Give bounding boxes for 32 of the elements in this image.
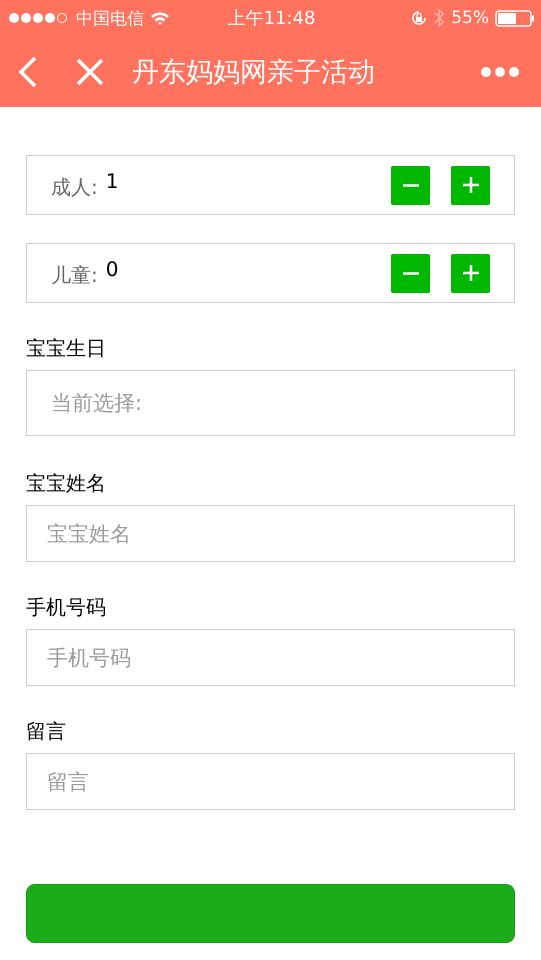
counter-value: 1 bbox=[106, 169, 118, 193]
wifi-icon bbox=[150, 10, 170, 26]
status-time: 上午11:48 bbox=[228, 7, 316, 30]
plus-button[interactable] bbox=[451, 166, 490, 204]
page-title: 丹东妈妈网亲子活动 bbox=[132, 56, 376, 90]
minus-icon bbox=[402, 184, 420, 186]
plus-icon bbox=[462, 176, 480, 194]
field-label: 手机号码 bbox=[26, 594, 107, 621]
battery-icon bbox=[495, 10, 535, 26]
back-icon[interactable] bbox=[18, 56, 38, 88]
minus-icon bbox=[402, 272, 420, 274]
plus-icon bbox=[462, 264, 480, 282]
counter-value: 0 bbox=[106, 257, 118, 281]
input-field[interactable]: 宝宝姓名 bbox=[26, 505, 515, 562]
carrier-name: 中国电信 bbox=[76, 8, 144, 30]
bluetooth-icon bbox=[434, 8, 446, 28]
minus-button[interactable] bbox=[391, 254, 430, 292]
input-field[interactable]: 留言 bbox=[26, 753, 515, 810]
rotation-lock-icon bbox=[410, 9, 428, 27]
input-field[interactable]: 手机号码 bbox=[26, 629, 515, 686]
field-label: 宝宝姓名 bbox=[26, 470, 107, 497]
date-picker[interactable]: 当前选择: bbox=[26, 370, 515, 436]
plus-button[interactable] bbox=[451, 254, 490, 292]
signal-icon bbox=[8, 12, 70, 24]
field-label: 宝宝生日 bbox=[26, 335, 107, 362]
counter-label: 儿童: bbox=[51, 262, 98, 288]
close-icon[interactable] bbox=[76, 58, 104, 86]
counter-label: 成人: bbox=[51, 174, 98, 200]
battery-level: 55% bbox=[451, 8, 489, 28]
minus-button[interactable] bbox=[391, 166, 430, 204]
field-label: 留言 bbox=[26, 718, 67, 745]
more-icon[interactable] bbox=[481, 66, 519, 76]
